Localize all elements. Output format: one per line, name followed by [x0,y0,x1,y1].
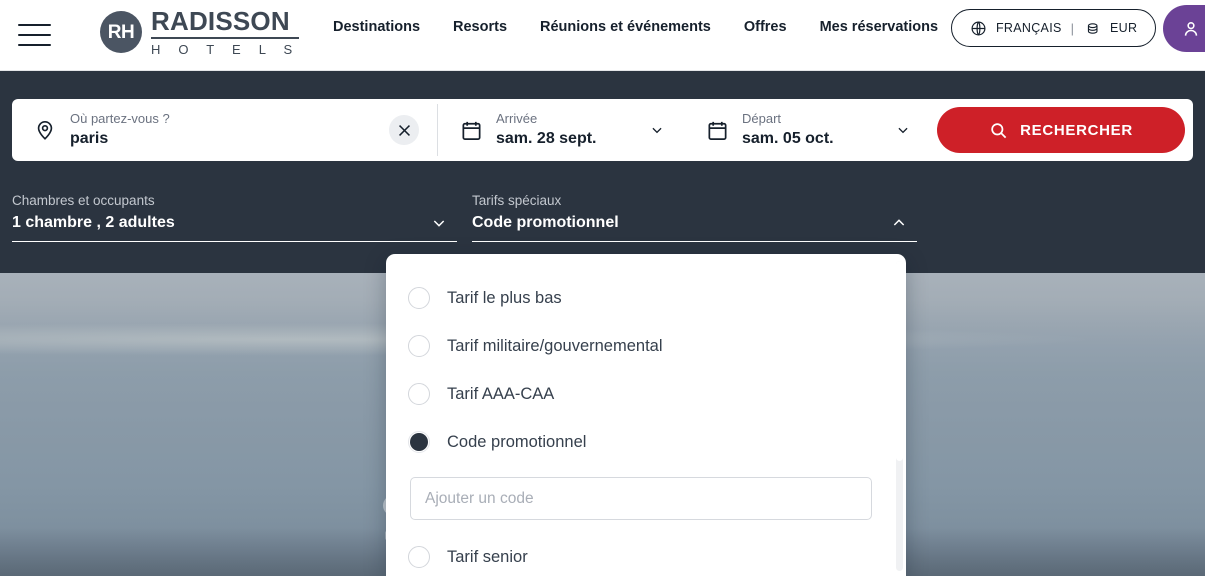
chevron-down-icon[interactable] [650,123,664,137]
rate-option-label: Tarif le plus bas [447,289,562,308]
rate-option-label: Code promotionnel [447,433,586,452]
special-rates-dropdown[interactable]: Tarifs spéciaux Code promotionnel [472,191,917,242]
special-rates-label: Tarifs spéciaux [472,191,917,211]
search-button-label: RECHERCHER [1020,122,1133,139]
logo-monogram-text: RH [108,23,134,42]
destination-value: paris [70,128,170,150]
page-root: RH RADISSON H O T E L S Destinations Res… [0,0,1205,576]
currency-label: EUR [1110,21,1137,35]
rate-option-label: Tarif militaire/gouvernemental [447,337,663,356]
special-rates-value: Code promotionnel [472,211,917,235]
hamburger-menu-icon[interactable] [12,13,56,57]
search-icon [989,121,1008,140]
close-x-icon[interactable] [389,115,419,145]
rate-option-promo-code[interactable]: Code promotionnel [408,425,884,459]
calendar-icon [706,119,729,142]
destination-label: Où partez-vous ? [70,110,170,128]
language-currency-selector[interactable]: FRANÇAIS | EUR [951,9,1156,47]
checkout-label: Départ [742,110,834,128]
account-button[interactable] [1163,5,1205,52]
hamburger-bar [18,24,51,26]
panel-scrollbar-thumb[interactable] [896,261,903,461]
search-submit-button[interactable]: RECHERCHER [937,107,1185,153]
chevron-down-icon[interactable] [431,215,447,231]
search-secondary-row: Chambres et occupants 1 chambre , 2 adul… [0,191,1205,251]
radisson-hotels-logo[interactable]: RH RADISSON H O T E L S [100,8,299,56]
checkin-value: sam. 28 sept. [496,128,597,150]
hamburger-bar [18,44,51,46]
rooms-value: 1 chambre , 2 adultes [12,211,457,235]
rate-option-label: Tarif AAA-CAA [447,385,554,404]
nav-item-destinations[interactable]: Destinations [333,19,420,35]
site-header: RH RADISSON H O T E L S Destinations Res… [0,0,1205,71]
rooms-occupants-dropdown[interactable]: Chambres et occupants 1 chambre , 2 adul… [12,191,457,242]
checkin-label: Arrivée [496,110,597,128]
chevron-down-icon[interactable] [896,123,910,137]
language-label: FRANÇAIS [996,21,1062,35]
radio-button-selected[interactable] [408,431,430,453]
destination-text-group: Où partez-vous ? paris [70,110,170,149]
special-rates-options-list: Tarif le plus bas Tarif militaire/gouver… [386,254,906,574]
nav-item-my-bookings[interactable]: Mes réservations [820,19,938,35]
radio-button-unselected[interactable] [408,287,430,309]
nav-item-resorts[interactable]: Resorts [453,19,507,35]
globe-icon [970,20,987,37]
rate-option-label: Tarif senior [447,548,528,567]
location-pin-icon [34,119,56,141]
logo-wordmark: RADISSON H O T E L S [151,8,299,56]
rate-option-lowest[interactable]: Tarif le plus bas [408,281,884,315]
search-band: Où partez-vous ? paris [0,71,1205,273]
calendar-icon [460,119,483,142]
checkout-value: sam. 05 oct. [742,128,834,150]
logo-brand-sub: H O T E L S [151,39,299,56]
hamburger-bar [18,34,51,36]
checkout-text-group: Départ sam. 05 oct. [742,110,834,149]
checkin-date-field[interactable]: Arrivée sam. 28 sept. [438,99,684,161]
logo-brand-name: RADISSON [151,8,299,39]
rooms-label: Chambres et occupants [12,191,457,211]
special-rates-panel: Tarif le plus bas Tarif militaire/gouver… [386,254,906,576]
promo-code-input[interactable] [410,477,872,520]
destination-field[interactable]: Où partez-vous ? paris [12,99,437,161]
rh-monogram-icon: RH [100,11,142,53]
user-account-icon [1181,19,1201,39]
primary-navigation: Destinations Resorts Réunions et événeme… [333,19,938,35]
chevron-up-icon[interactable] [891,215,907,231]
search-form-card: Où partez-vous ? paris [12,99,1193,161]
checkin-text-group: Arrivée sam. 28 sept. [496,110,597,149]
radio-button-unselected[interactable] [408,383,430,405]
locale-separator: | [1071,21,1074,36]
rate-option-military-government[interactable]: Tarif militaire/gouvernemental [408,329,884,363]
radio-button-unselected[interactable] [408,546,430,568]
checkout-date-field[interactable]: Départ sam. 05 oct. [684,99,930,161]
nav-item-meetings-events[interactable]: Réunions et événements [540,19,711,35]
nav-item-offers[interactable]: Offres [744,19,787,35]
rate-option-aaa-caa[interactable]: Tarif AAA-CAA [408,377,884,411]
rate-option-senior[interactable]: Tarif senior [408,540,884,574]
coins-icon [1083,20,1101,37]
radio-button-unselected[interactable] [408,335,430,357]
